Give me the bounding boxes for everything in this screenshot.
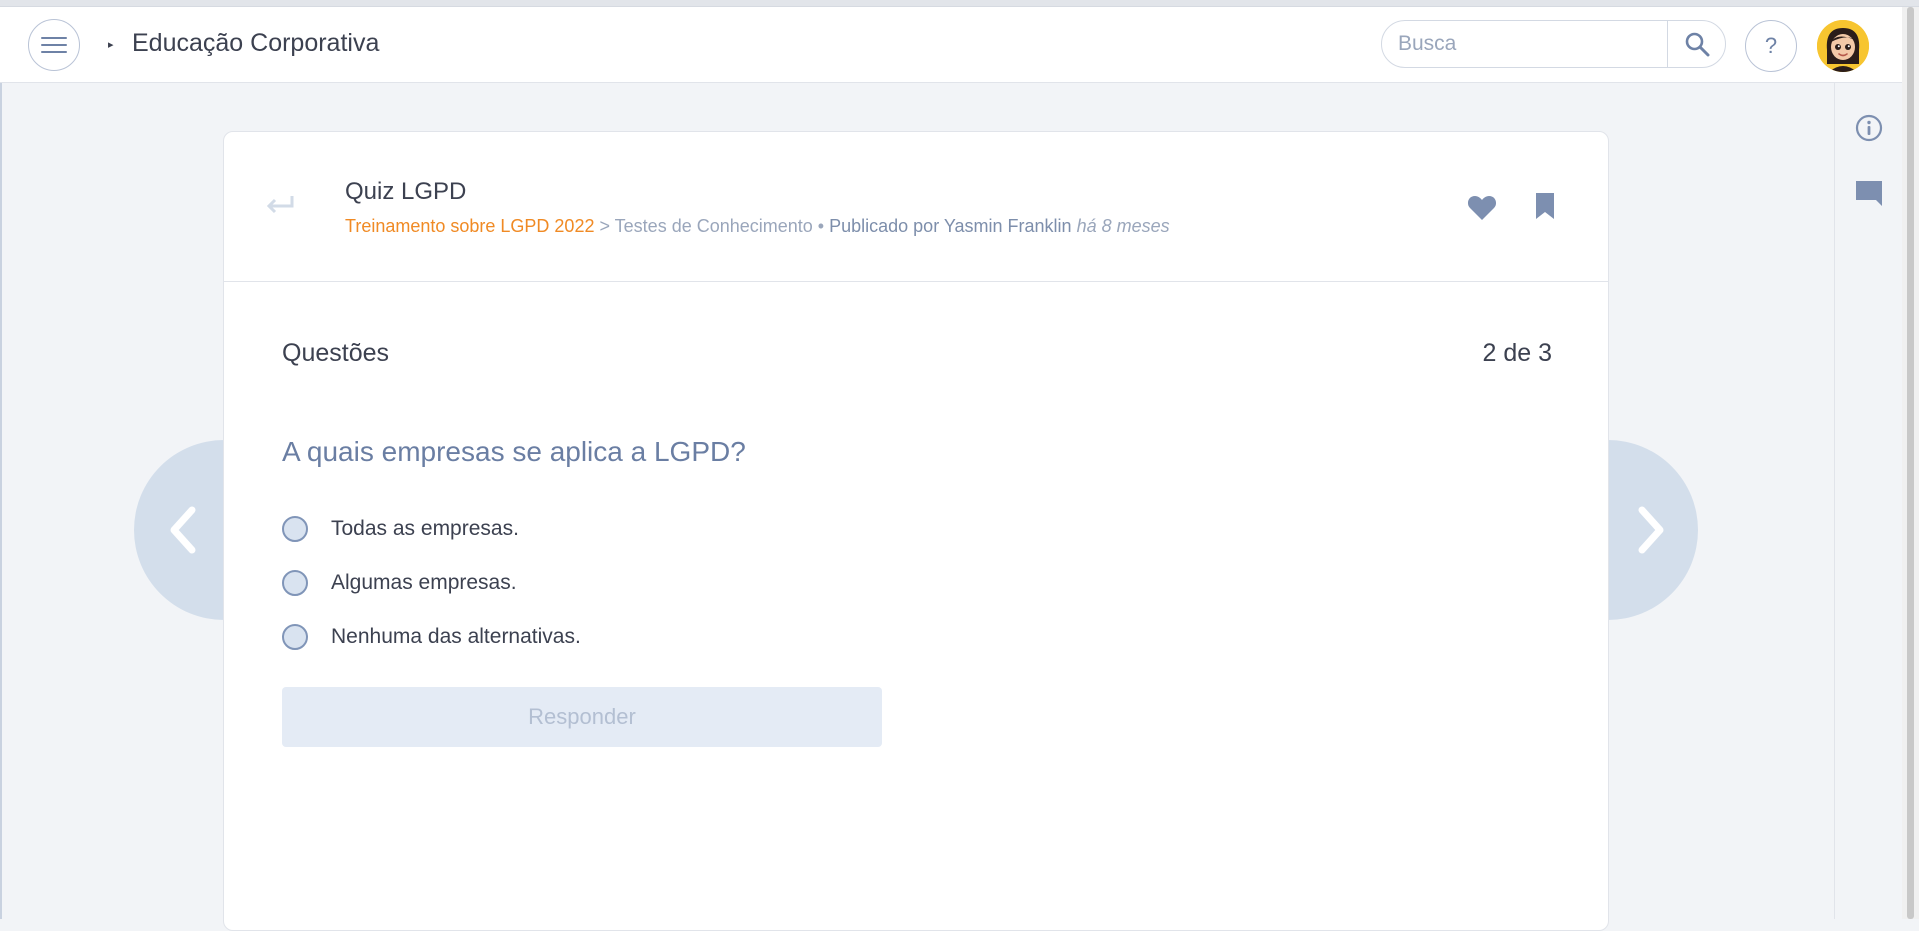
chevron-left-icon bbox=[170, 506, 196, 554]
meta-separator: > bbox=[594, 216, 615, 236]
submit-answer-button[interactable]: Responder bbox=[282, 687, 882, 747]
heart-icon[interactable] bbox=[1467, 193, 1497, 221]
back-arrow-icon[interactable] bbox=[264, 192, 296, 218]
avatar-image bbox=[1817, 20, 1869, 72]
breadcrumb-arrow-icon: ▸ bbox=[108, 39, 114, 51]
quiz-card: Quiz LGPD Treinamento sobre LGPD 2022 > … bbox=[223, 131, 1609, 931]
menu-button[interactable] bbox=[28, 19, 80, 71]
answer-option[interactable]: Algumas empresas. bbox=[282, 568, 517, 598]
right-sidebar bbox=[1834, 83, 1902, 919]
browser-top-edge bbox=[0, 0, 1919, 7]
top-header: ▸ Educação Corporativa ? bbox=[0, 7, 1902, 83]
questions-label: Questões bbox=[282, 339, 390, 367]
help-label: ? bbox=[1764, 33, 1778, 58]
info-icon[interactable] bbox=[1854, 113, 1884, 143]
app-title[interactable]: Educação Corporativa bbox=[132, 29, 379, 58]
bookmark-icon[interactable] bbox=[1534, 192, 1556, 220]
user-avatar[interactable] bbox=[1817, 20, 1869, 72]
search-icon bbox=[1685, 32, 1709, 57]
option-label: Algumas empresas. bbox=[331, 571, 517, 594]
search-box bbox=[1381, 20, 1726, 68]
section-link[interactable]: Testes de Conhecimento bbox=[615, 216, 813, 236]
option-label: Nenhuma das alternativas. bbox=[331, 625, 581, 648]
answer-option[interactable]: Nenhuma das alternativas. bbox=[282, 622, 581, 652]
help-button[interactable]: ? bbox=[1745, 20, 1797, 72]
card-header: Quiz LGPD Treinamento sobre LGPD 2022 > … bbox=[224, 132, 1608, 282]
radio-button[interactable] bbox=[282, 570, 308, 596]
option-label: Todas as empresas. bbox=[331, 517, 519, 540]
question-text: A quais empresas se aplica a LGPD? bbox=[282, 436, 746, 467]
comment-icon[interactable] bbox=[1854, 178, 1884, 208]
radio-button[interactable] bbox=[282, 624, 308, 650]
meta-bullet: • bbox=[812, 216, 830, 236]
answer-option[interactable]: Todas as empresas. bbox=[282, 514, 519, 544]
post-title: Quiz LGPD bbox=[345, 178, 467, 205]
scrollbar-thumb[interactable] bbox=[1907, 7, 1914, 919]
post-meta: Treinamento sobre LGPD 2022 > Testes de … bbox=[345, 216, 1170, 237]
search-input[interactable] bbox=[1382, 21, 1669, 67]
radio-button[interactable] bbox=[282, 516, 308, 542]
hamburger-icon bbox=[41, 32, 67, 58]
left-edge bbox=[0, 83, 2, 919]
course-link[interactable]: Treinamento sobre LGPD 2022 bbox=[345, 216, 594, 236]
search-button[interactable] bbox=[1667, 21, 1725, 67]
published-by: Publicado por Yasmin Franklin bbox=[829, 216, 1072, 236]
chevron-right-icon bbox=[1638, 506, 1664, 554]
question-counter: 2 de 3 bbox=[1482, 339, 1552, 367]
published-time: há 8 meses bbox=[1076, 216, 1170, 236]
